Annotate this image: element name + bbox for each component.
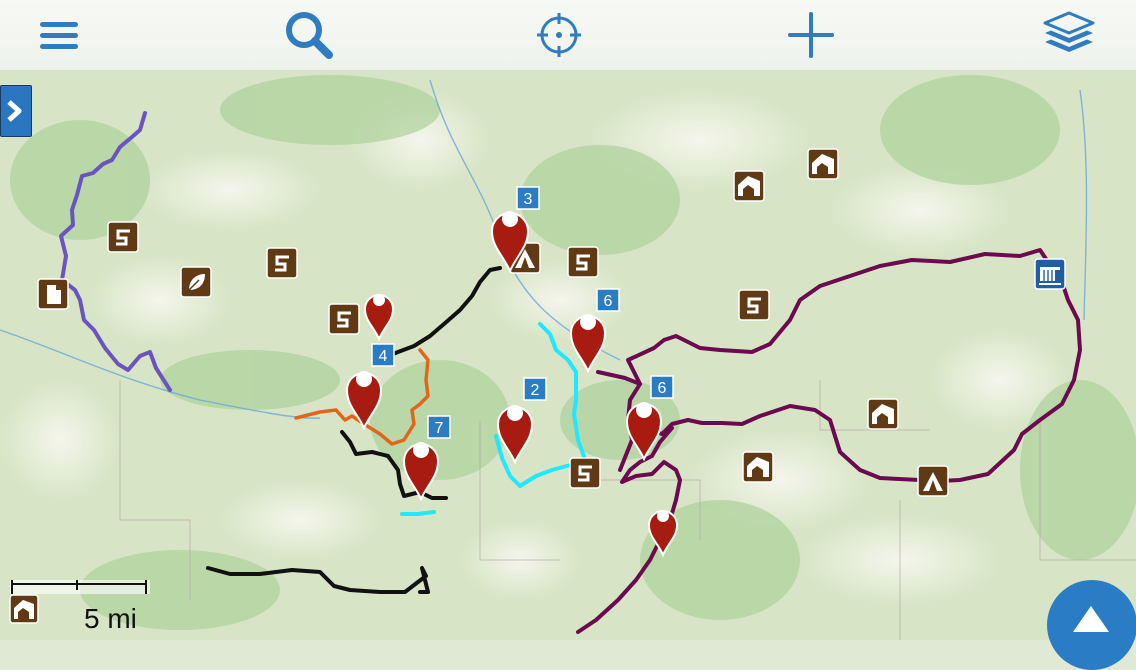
shelter-icon[interactable] — [733, 170, 765, 202]
badge-label: 3 — [524, 191, 533, 208]
road-icon[interactable] — [107, 221, 139, 253]
topo-map[interactable]: 3 4 7 2 6 6 — [0, 70, 1136, 640]
chevron-right-icon — [7, 100, 22, 122]
locate-button[interactable] — [531, 7, 587, 63]
badge-label: 6 — [658, 380, 667, 397]
layers-button[interactable] — [1041, 7, 1097, 63]
waterfall-icon[interactable] — [1034, 258, 1066, 290]
badge-label: 4 — [379, 348, 388, 365]
waypoint-badge[interactable]: 2 — [523, 377, 547, 401]
shelter-icon[interactable] — [742, 451, 774, 483]
layers-icon — [1043, 11, 1095, 52]
badge-label: 7 — [435, 420, 444, 437]
waypoint-badge[interactable]: 7 — [427, 415, 451, 439]
road-icon[interactable] — [738, 289, 770, 321]
road-icon[interactable] — [266, 247, 298, 279]
search-button[interactable] — [281, 7, 337, 63]
locate-icon — [537, 13, 581, 57]
badge-label: 6 — [604, 293, 613, 310]
shelter-icon[interactable] — [807, 148, 839, 180]
toolbar — [0, 0, 1136, 71]
add-button[interactable] — [783, 7, 839, 63]
track-cyan-short[interactable] — [400, 510, 436, 516]
shelter-icon[interactable] — [867, 398, 899, 430]
document-icon[interactable] — [37, 278, 69, 310]
campground-icon[interactable] — [917, 465, 949, 497]
panel-toggle-button[interactable] — [0, 85, 32, 137]
map-canvas: 3 4 7 2 6 6 — [0, 70, 1136, 640]
waypoint-badge[interactable]: 6 — [596, 288, 620, 312]
search-icon — [286, 12, 333, 59]
add-icon — [788, 12, 834, 58]
nature-icon[interactable] — [180, 266, 212, 298]
waypoint-badge[interactable]: 4 — [371, 343, 395, 367]
triangle-up-icon — [1073, 606, 1109, 632]
waypoint-badge[interactable]: 3 — [516, 186, 540, 210]
menu-icon — [40, 22, 78, 49]
road-icon[interactable] — [328, 303, 360, 335]
road-icon[interactable] — [567, 246, 599, 278]
expand-up-button[interactable] — [1047, 580, 1136, 670]
road-icon[interactable] — [569, 457, 601, 489]
menu-button[interactable] — [31, 7, 87, 63]
badge-label: 2 — [531, 382, 540, 399]
waypoint-badge[interactable]: 6 — [650, 375, 674, 399]
scale-label: 5 mi — [84, 603, 137, 634]
